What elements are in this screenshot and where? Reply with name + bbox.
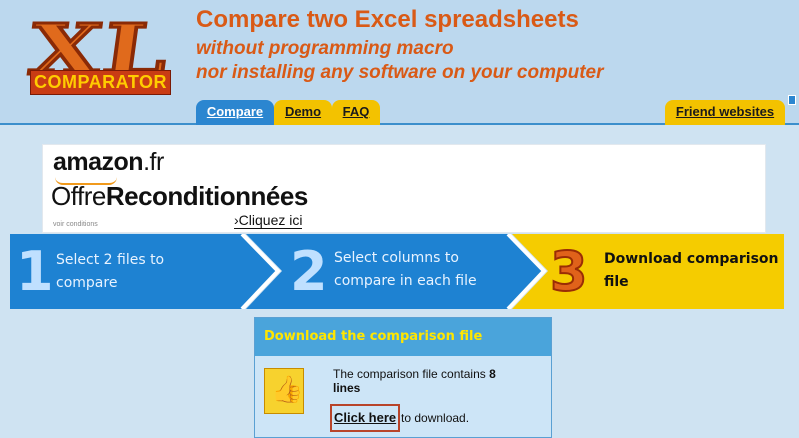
tab-compare-label: Compare <box>206 104 264 119</box>
page-title: Compare two Excel spreadsheets <box>196 6 579 33</box>
click-here-download-link[interactable]: Click here <box>334 410 396 425</box>
tab-faq[interactable]: FAQ <box>332 100 380 125</box>
step3-label-line1: Download comparison <box>604 251 779 267</box>
amazon-brand: amazon <box>53 148 144 176</box>
amazon-logo: amazon.fr <box>53 148 164 177</box>
tab-compare[interactable]: Compare <box>196 100 274 125</box>
step2-number: 2 <box>290 240 328 303</box>
step3-label-line2: file <box>604 274 629 290</box>
scroll-indicator <box>788 95 796 105</box>
line-count: 8 <box>489 367 496 381</box>
tab-faq-label: FAQ <box>342 104 370 119</box>
step1-label: Select 2 files to compare <box>56 249 164 295</box>
page: XL COMPARATOR Compare two Excel spreadsh… <box>0 0 799 438</box>
thumbs-up-icon: 👍 <box>264 368 304 414</box>
lines-word: lines <box>333 381 361 395</box>
ad-headline: OffreReconditionnées <box>51 181 308 212</box>
step1-number: 1 <box>16 240 54 303</box>
ad-conditions[interactable]: voir conditions <box>53 221 98 228</box>
tab-demo[interactable]: Demo <box>274 100 332 125</box>
step2-label-line2: compare in each file <box>334 273 477 289</box>
page-subtitle-line1: without programming macro <box>196 38 454 59</box>
step2-label: Select columns to compare in each file <box>334 247 477 293</box>
download-panel-title: Download the comparison file <box>255 318 551 356</box>
ad-headline-bold: Reconditionnées <box>105 181 308 211</box>
header: XL COMPARATOR Compare two Excel spreadsh… <box>0 0 799 125</box>
comparison-file-info: The comparison file contains 8 lines <box>333 367 533 395</box>
step1-label-line1: Select 2 files to <box>56 252 165 268</box>
main-content: amazon.fr OffreReconditionnées voir cond… <box>0 127 799 438</box>
step1-label-line2: compare <box>56 275 118 291</box>
logo-comparator-text: COMPARATOR <box>30 70 171 95</box>
tab-friend-websites-label: Friend websites <box>675 104 775 119</box>
step2-label-line1: Select columns to <box>334 250 459 266</box>
download-panel: Download the comparison file 👍 The compa… <box>254 317 552 438</box>
amazon-ad-banner[interactable]: amazon.fr OffreReconditionnées voir cond… <box>42 144 766 233</box>
step3-label: Download comparison file <box>604 248 779 294</box>
tab-friend-websites[interactable]: Friend websites <box>665 100 785 125</box>
info-prefix: The comparison file contains <box>333 367 490 381</box>
amazon-brand-suffix: .fr <box>143 148 164 176</box>
download-suffix-text: to download. <box>401 411 470 425</box>
tab-demo-label: Demo <box>284 104 322 119</box>
step3-number: 3 <box>549 239 589 304</box>
ad-cliquez-ici-link[interactable]: ›Cliquez ici <box>234 212 303 229</box>
page-subtitle-line2: nor installing any software on your comp… <box>196 62 604 83</box>
thumbs-up-glyph: 👍 <box>271 375 304 405</box>
logo[interactable]: XL COMPARATOR <box>12 6 182 104</box>
ad-headline-light: Offre <box>51 181 106 211</box>
steps-progress-bar: 1 Select 2 files to compare 2 Select colu… <box>10 234 784 309</box>
